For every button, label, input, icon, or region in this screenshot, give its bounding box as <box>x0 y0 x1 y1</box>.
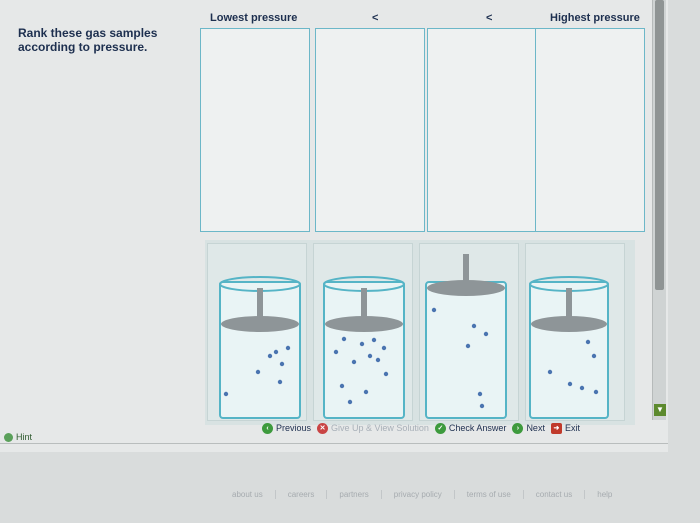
footer-link-careers[interactable]: careers <box>276 490 328 499</box>
previous-arrow-icon: ‹ <box>262 422 273 434</box>
rank-slot-3[interactable] <box>427 28 537 232</box>
previous-button[interactable]: ‹ Previous <box>262 422 312 434</box>
footer-link-contact[interactable]: contact us <box>524 490 586 499</box>
scroll-thumb[interactable] <box>655 0 664 290</box>
highest-pressure-label: Highest pressure <box>550 12 640 24</box>
lowest-pressure-label: Lowest pressure <box>210 12 298 24</box>
gas-sample-1[interactable] <box>207 243 307 421</box>
footer-link-terms[interactable]: terms of use <box>455 490 524 499</box>
hint-label: Hint <box>16 432 33 442</box>
give-up-button[interactable]: ✕ Give Up & View Solution <box>317 422 429 434</box>
next-arrow-icon: › <box>512 422 524 434</box>
gas-sample-4[interactable] <box>525 243 625 421</box>
check-answer-label: Check Answer <box>448 423 507 433</box>
footer-link-privacy[interactable]: privacy policy <box>382 490 455 499</box>
rank-separator-2: < <box>486 12 493 24</box>
next-button[interactable]: › Next <box>512 422 545 434</box>
divider <box>0 443 668 444</box>
instructions-text: Rank these gas samples according to pres… <box>18 26 158 54</box>
hint-icon <box>4 432 13 442</box>
next-label: Next <box>526 423 545 433</box>
cylinder-icon <box>529 276 609 419</box>
rank-slot-2[interactable] <box>315 28 425 232</box>
vertical-scrollbar[interactable]: ▼ <box>652 0 666 420</box>
rank-slot-1[interactable] <box>200 28 310 232</box>
check-answer-button[interactable]: ✓ Check Answer <box>434 422 507 434</box>
activity-nav-bar: ‹ Previous ✕ Give Up & View Solution ✓ C… <box>262 419 580 437</box>
give-up-icon: ✕ <box>317 422 329 434</box>
footer-link-help[interactable]: help <box>585 490 624 499</box>
rank-separator-1: < <box>372 12 379 24</box>
gas-sample-3[interactable] <box>419 243 519 421</box>
exit-icon: ➜ <box>550 422 562 434</box>
cylinder-icon <box>425 254 507 419</box>
footer-links: about us careers partners privacy policy… <box>220 490 624 499</box>
exit-label: Exit <box>564 423 580 433</box>
rank-slot-4[interactable] <box>535 28 645 232</box>
exit-button[interactable]: ➜ Exit <box>550 422 580 434</box>
cylinder-icon <box>323 276 405 419</box>
cylinder-icon <box>219 276 301 419</box>
scroll-down-arrow-icon[interactable]: ▼ <box>654 404 666 416</box>
footer-link-about[interactable]: about us <box>220 490 276 499</box>
footer-link-partners[interactable]: partners <box>327 490 382 499</box>
activity-panel: Rank these gas samples according to pres… <box>0 0 668 452</box>
previous-label: Previous <box>276 423 312 433</box>
gas-sample-2[interactable] <box>313 243 413 421</box>
give-up-label: Give Up & View Solution <box>331 423 429 433</box>
sample-tray <box>205 240 635 425</box>
hint-link[interactable]: Hint <box>4 432 32 442</box>
check-icon: ✓ <box>434 422 446 434</box>
